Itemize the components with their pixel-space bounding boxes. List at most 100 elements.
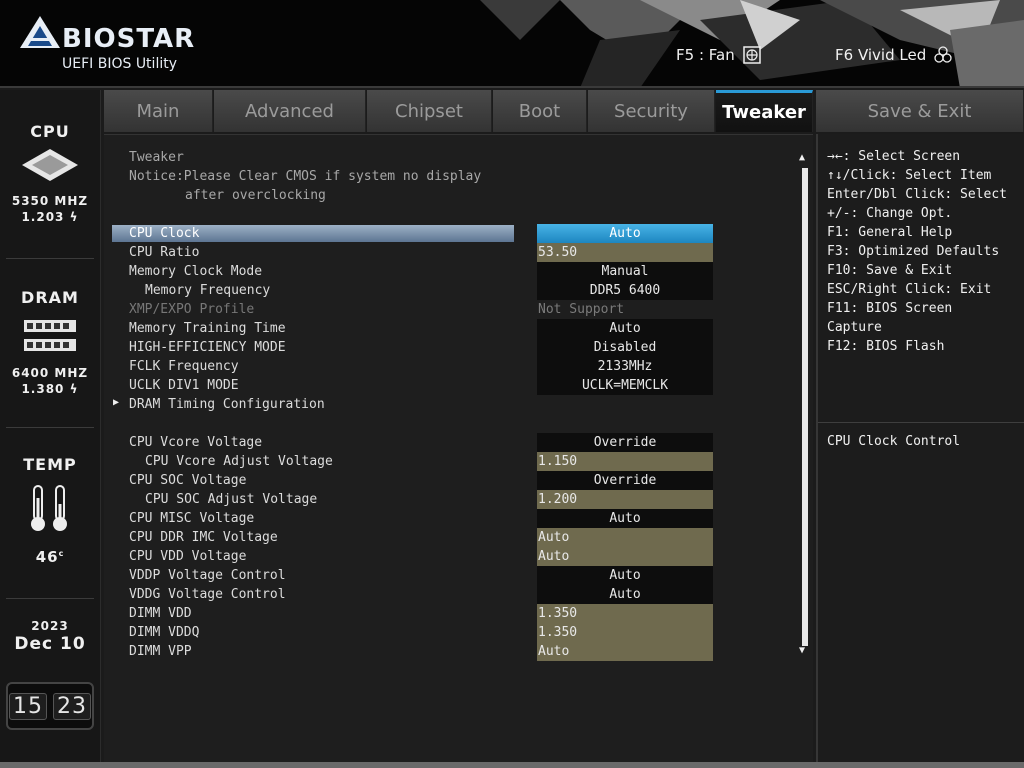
setting-value-dimm-vddq[interactable]: 1.350 xyxy=(537,623,713,642)
tab-security[interactable]: Security xyxy=(588,90,715,132)
setting-label-cpu-soc-voltage[interactable]: CPU SOC Voltage xyxy=(129,473,246,488)
submenu-dram-timing-configuration[interactable]: DRAM Timing Configuration xyxy=(129,397,325,412)
setting-value-dimm-vdd[interactable]: 1.350 xyxy=(537,604,713,623)
setting-value-uclk-div1-mode[interactable]: UCLK=MEMCLK xyxy=(537,376,713,395)
scroll-down-arrow-icon[interactable]: ▼ xyxy=(799,645,805,656)
cpu-status: CPU 5350 MHZ 1.203 ϟ xyxy=(0,122,100,225)
setting-label-dimm-vpp[interactable]: DIMM VPP xyxy=(129,644,192,659)
help-key-save-exit: F10: Save & Exit xyxy=(827,263,953,278)
scroll-up-arrow-icon[interactable]: ▲ xyxy=(799,152,805,163)
setting-value-cpu-clock[interactable]: Auto xyxy=(537,224,713,243)
setting-label-memory-frequency[interactable]: Memory Frequency xyxy=(145,283,270,298)
dram-voltage-row: 1.380 ϟ xyxy=(0,381,100,397)
temp-value: 46 xyxy=(35,548,59,566)
sidebar-divider xyxy=(6,598,94,599)
date-day: 10 xyxy=(59,634,86,654)
section-title: Tweaker xyxy=(129,150,184,165)
setting-label-dimm-vdd[interactable]: DIMM VDD xyxy=(129,606,192,621)
setting-label-xmp-expo-profile: XMP/EXPO Profile xyxy=(129,302,255,317)
setting-label-cpu-misc-voltage[interactable]: CPU MISC Voltage xyxy=(129,511,254,526)
setting-label-cpu-ddr-imc-voltage[interactable]: CPU DDR IMC Voltage xyxy=(129,530,278,545)
header-divider xyxy=(0,86,1024,88)
setting-value-cpu-vcore-voltage[interactable]: Override xyxy=(537,433,713,452)
help-key-select: Enter/Dbl Click: Select xyxy=(827,187,1008,202)
setting-label-memory-training-time[interactable]: Memory Training Time xyxy=(129,321,286,336)
cpu-voltage-row: 1.203 ϟ xyxy=(0,209,100,225)
setting-label-dimm-vddq[interactable]: DIMM VDDQ xyxy=(129,625,199,640)
scrollbar[interactable] xyxy=(802,168,808,646)
dram-frequency: 6400 MHZ xyxy=(11,366,89,380)
date-day-row: Dec 10 xyxy=(0,634,100,654)
setting-value-cpu-ratio[interactable]: 53.50 xyxy=(537,243,713,262)
tab-advanced[interactable]: Advanced xyxy=(214,90,366,132)
cpu-frequency: 5350 MHZ xyxy=(11,194,89,208)
clock-minutes: 23 xyxy=(53,692,91,720)
help-key-exit: ESC/Right Click: Exit xyxy=(827,282,992,297)
setting-label-vddp-voltage-control[interactable]: VDDP Voltage Control xyxy=(129,568,286,583)
setting-value-cpu-soc-voltage[interactable]: Override xyxy=(537,471,713,490)
submenu-arrow-icon: ▶ xyxy=(113,397,120,408)
setting-label-vddg-voltage-control[interactable]: VDDG Voltage Control xyxy=(129,587,286,602)
setting-value-vddp-voltage-control[interactable]: Auto xyxy=(537,566,713,585)
temp-status: TEMP 46c xyxy=(0,455,100,565)
fan-hotkey[interactable]: F5 : Fan xyxy=(676,46,761,64)
notice-line-2: after overclocking xyxy=(185,188,326,203)
setting-label-memory-clock-mode[interactable]: Memory Clock Mode xyxy=(129,264,262,279)
status-sidebar: CPU 5350 MHZ 1.203 ϟ DRAM 6400 MHZ 1.380… xyxy=(0,90,101,762)
setting-value-memory-frequency[interactable]: DDR5 6400 xyxy=(537,281,713,300)
help-panel: →←: Select Screen ↑↓/Click: Select Item … xyxy=(816,134,1024,762)
sidebar-divider xyxy=(6,427,94,428)
setting-label-uclk-div1-mode[interactable]: UCLK DIV1 MODE xyxy=(129,378,239,393)
date-year: 2023 xyxy=(31,619,69,633)
tab-save-exit[interactable]: Save & Exit xyxy=(816,90,1024,132)
setting-value-memory-clock-mode[interactable]: Manual xyxy=(537,262,713,281)
setting-label-cpu-clock[interactable]: CPU Clock xyxy=(129,226,199,241)
fan-icon xyxy=(742,46,761,64)
setting-value-dimm-vpp[interactable]: Auto xyxy=(537,642,713,661)
setting-value-cpu-ddr-imc-voltage[interactable]: Auto xyxy=(537,528,713,547)
help-key-optimized-defaults: F3: Optimized Defaults xyxy=(827,244,1000,259)
tab-boot[interactable]: Boot xyxy=(493,90,587,132)
setting-value-cpu-misc-voltage[interactable]: Auto xyxy=(537,509,713,528)
setting-value-cpu-vcore-adjust-voltage[interactable]: 1.150 xyxy=(537,452,713,471)
cpu-voltage: 1.203 xyxy=(21,210,65,224)
header-bar: BIOSTAR UEFI BIOS Utility F5 : Fan F6 Vi… xyxy=(0,0,1024,88)
tab-tweaker[interactable]: Tweaker xyxy=(716,90,813,132)
setting-value-high-efficiency-mode[interactable]: Disabled xyxy=(537,338,713,357)
tab-bar: Main Advanced Chipset Boot Security Twea… xyxy=(104,90,1024,132)
date-status: 2023 Dec 10 xyxy=(0,618,100,654)
help-key-select-screen: →←: Select Screen xyxy=(827,149,961,164)
dram-module-icon xyxy=(24,320,76,351)
setting-label-cpu-ratio[interactable]: CPU Ratio xyxy=(129,245,199,260)
setting-value-memory-training-time[interactable]: Auto xyxy=(537,319,713,338)
setting-label-cpu-vcore-voltage[interactable]: CPU Vcore Voltage xyxy=(129,435,262,450)
setting-label-cpu-vdd-voltage[interactable]: CPU VDD Voltage xyxy=(129,549,246,564)
setting-label-cpu-vcore-adjust-voltage[interactable]: CPU Vcore Adjust Voltage xyxy=(145,454,333,469)
footer-bar xyxy=(0,762,1024,768)
help-key-capture: Capture xyxy=(827,320,882,335)
dram-title: DRAM xyxy=(21,288,79,307)
setting-label-cpu-soc-adjust-voltage[interactable]: CPU SOC Adjust Voltage xyxy=(145,492,317,507)
led-icon xyxy=(934,46,952,63)
settings-panel: Tweaker Notice:Please Clear CMOS if syst… xyxy=(104,134,813,763)
sidebar-divider xyxy=(6,258,94,259)
setting-value-vddg-voltage-control[interactable]: Auto xyxy=(537,585,713,604)
setting-label-high-efficiency-mode[interactable]: HIGH-EFFICIENCY MODE xyxy=(129,340,286,355)
setting-value-fclk-frequency[interactable]: 2133MHz xyxy=(537,357,713,376)
setting-value-cpu-vdd-voltage[interactable]: Auto xyxy=(537,547,713,566)
help-key-bios-flash: F12: BIOS Flash xyxy=(827,339,945,354)
setting-label-fclk-frequency[interactable]: FCLK Frequency xyxy=(129,359,239,374)
brand-subtitle: UEFI BIOS Utility xyxy=(62,56,177,72)
setting-value-cpu-soc-adjust-voltage[interactable]: 1.200 xyxy=(537,490,713,509)
dram-voltage: 1.380 xyxy=(21,382,65,396)
notice-line-1: Notice:Please Clear CMOS if system no di… xyxy=(129,169,482,184)
thermometer-icon xyxy=(31,485,67,531)
bolt-icon: ϟ xyxy=(69,382,79,396)
biostar-logo-icon xyxy=(20,16,60,48)
help-description: CPU Clock Control xyxy=(827,434,961,449)
tab-main[interactable]: Main xyxy=(104,90,213,132)
help-key-bios-screen: F11: BIOS Screen xyxy=(827,301,953,316)
vivid-led-hotkey-label: F6 Vivid Led xyxy=(835,46,927,64)
vivid-led-hotkey[interactable]: F6 Vivid Led xyxy=(835,46,952,64)
tab-chipset[interactable]: Chipset xyxy=(367,90,492,132)
